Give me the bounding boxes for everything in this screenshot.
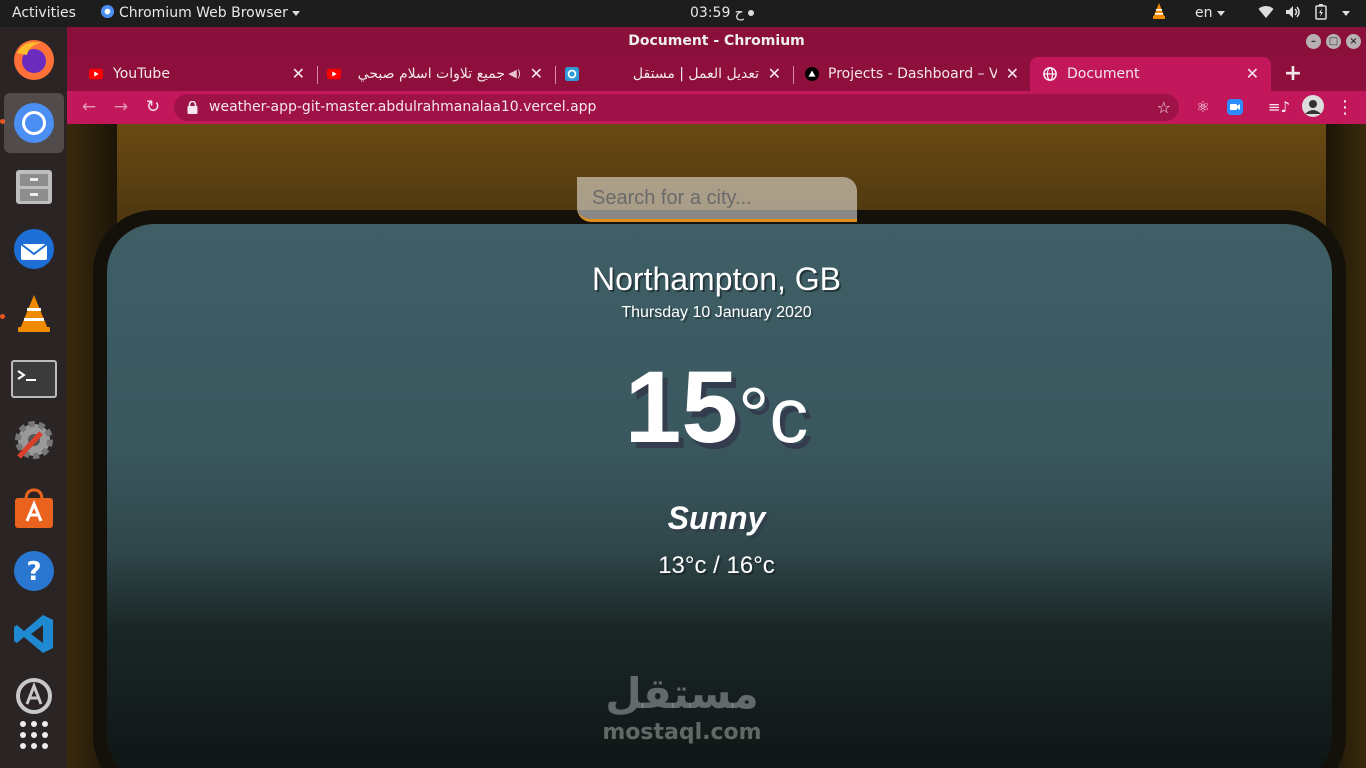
- vlc-launcher[interactable]: [4, 283, 64, 343]
- thunderbird-icon: [14, 229, 54, 269]
- weather-condition: Sunny: [667, 500, 766, 536]
- current-temperature: 15°c: [67, 356, 1366, 458]
- city-search-input[interactable]: [577, 177, 857, 222]
- react-devtools-icon[interactable]: ⚛: [1191, 91, 1215, 124]
- terminal-icon: [11, 360, 57, 398]
- reload-button[interactable]: ↻: [141, 91, 165, 124]
- youtube-icon: [89, 68, 103, 80]
- page-viewport: Northampton, GB Thursday 10 January 2020…: [67, 124, 1366, 768]
- system-menu[interactable]: [1338, 0, 1350, 27]
- close-tab-icon[interactable]: ✕: [292, 57, 305, 91]
- app-menu[interactable]: Chromium Web Browser: [100, 0, 300, 27]
- profile-avatar[interactable]: [1301, 91, 1325, 124]
- chevron-down-icon: [291, 10, 300, 16]
- dock: ?: [0, 27, 67, 768]
- grid-icon: [20, 721, 48, 749]
- chromium-icon: [100, 4, 115, 19]
- terminal-launcher[interactable]: [4, 349, 64, 409]
- tab-strip: YouTube ✕ جميع تلاوات اسلام صبحي ◀) ✕ تع…: [67, 55, 1366, 91]
- tab-title: Document: [1067, 66, 1140, 82]
- bookmark-star-icon[interactable]: ☆: [1157, 94, 1171, 121]
- tab-separator: [793, 66, 794, 84]
- system-top-bar: Activities Chromium Web Browser ح 03:59 …: [0, 0, 1366, 27]
- zoom-extension-icon[interactable]: [1223, 91, 1247, 124]
- window-titlebar[interactable]: Document - Chromium – □ ×: [67, 27, 1366, 55]
- notification-dot-icon: [748, 10, 755, 16]
- close-tab-icon[interactable]: ✕: [530, 57, 543, 91]
- volume-icon[interactable]: [1285, 0, 1301, 27]
- youtube-icon: [327, 68, 341, 80]
- browser-toolbar: ← → ↻ weather-app-git-master.abdulrahman…: [67, 91, 1366, 124]
- svg-text:?: ?: [26, 557, 41, 587]
- location-city: Northampton, GB: [592, 261, 841, 297]
- globe-icon: [1043, 67, 1057, 81]
- tab-title: جميع تلاوات اسلام صبحي: [357, 66, 505, 82]
- thunderbird-launcher[interactable]: [4, 219, 64, 279]
- help-icon: ?: [14, 551, 54, 591]
- close-tab-icon[interactable]: ✕: [1006, 57, 1019, 91]
- tab-title: تعديل العمل | مستقل: [632, 66, 759, 82]
- new-tab-button[interactable]: +: [1279, 57, 1307, 91]
- language-label: en: [1195, 5, 1213, 21]
- lock-icon[interactable]: [187, 101, 198, 114]
- window-title: Document - Chromium: [628, 33, 805, 49]
- hi-low-temperature: 13°c / 16°c: [658, 552, 775, 579]
- close-tab-icon[interactable]: ✕: [768, 57, 781, 91]
- app-menu-label: Chromium Web Browser: [119, 5, 288, 21]
- chromium-icon: [14, 103, 54, 143]
- address-bar[interactable]: weather-app-git-master.abdulrahmanalaa10…: [174, 94, 1179, 121]
- temperature-value: 15: [624, 350, 739, 464]
- watermark-latin: mostaql.com: [602, 720, 762, 745]
- tab-document[interactable]: Document ✕: [1030, 57, 1271, 91]
- more-menu-icon[interactable]: ⋮: [1333, 91, 1357, 124]
- speaker-icon: ◀): [508, 67, 521, 80]
- wifi-icon[interactable]: [1258, 0, 1274, 27]
- clock-label: ح 03:59: [690, 5, 744, 21]
- mostaql-icon: [565, 67, 579, 81]
- tab-mostaql[interactable]: تعديل العمل | مستقل ✕: [555, 57, 794, 91]
- vscode-icon: [14, 615, 53, 653]
- language-indicator[interactable]: en: [1195, 0, 1225, 27]
- temperature-unit: °c: [738, 371, 809, 459]
- media-controls-icon[interactable]: ≡♪: [1267, 91, 1291, 124]
- chevron-down-icon: [1216, 10, 1225, 16]
- tab-title: Projects - Dashboard – Vercel: [828, 66, 997, 82]
- battery-icon[interactable]: [1315, 0, 1327, 27]
- watermark-arabic: مستقل: [605, 669, 759, 718]
- activities-button[interactable]: Activities: [12, 0, 76, 27]
- tab-youtube[interactable]: YouTube ✕: [69, 57, 318, 91]
- vlc-tray-icon[interactable]: [1150, 0, 1168, 27]
- vlc-icon: [18, 295, 50, 332]
- vercel-icon: [805, 67, 819, 81]
- tab-quran[interactable]: جميع تلاوات اسلام صبحي ◀) ✕: [307, 57, 556, 91]
- firefox-launcher[interactable]: [4, 30, 64, 90]
- close-window-button[interactable]: ×: [1346, 34, 1361, 49]
- tab-vercel[interactable]: Projects - Dashboard – Vercel ✕: [795, 57, 1031, 91]
- software-center-launcher[interactable]: [4, 478, 64, 538]
- location-date: Thursday 10 January 2020: [621, 304, 812, 321]
- forward-button[interactable]: →: [109, 91, 133, 124]
- url-text[interactable]: weather-app-git-master.abdulrahmanalaa10…: [209, 94, 596, 121]
- gear-wrench-icon: [15, 421, 53, 459]
- shopping-bag-icon: [15, 488, 53, 528]
- close-tab-icon[interactable]: ✕: [1246, 57, 1259, 91]
- vscode-launcher[interactable]: [4, 604, 64, 664]
- tab-title: YouTube: [113, 66, 170, 82]
- maximize-button[interactable]: □: [1326, 34, 1341, 49]
- back-button[interactable]: ←: [77, 91, 101, 124]
- settings-launcher[interactable]: [4, 410, 64, 470]
- clock[interactable]: ح 03:59: [690, 0, 755, 27]
- firefox-icon: [14, 40, 54, 80]
- minimize-button[interactable]: –: [1306, 34, 1321, 49]
- chevron-down-icon: [1342, 10, 1350, 16]
- help-launcher[interactable]: ?: [4, 541, 64, 601]
- mostaql-watermark: مستقل mostaql.com: [597, 669, 767, 747]
- file-cabinet-icon: [16, 170, 52, 204]
- show-apps-button[interactable]: [4, 705, 64, 765]
- chromium-launcher[interactable]: [4, 93, 64, 153]
- files-launcher[interactable]: [4, 156, 64, 216]
